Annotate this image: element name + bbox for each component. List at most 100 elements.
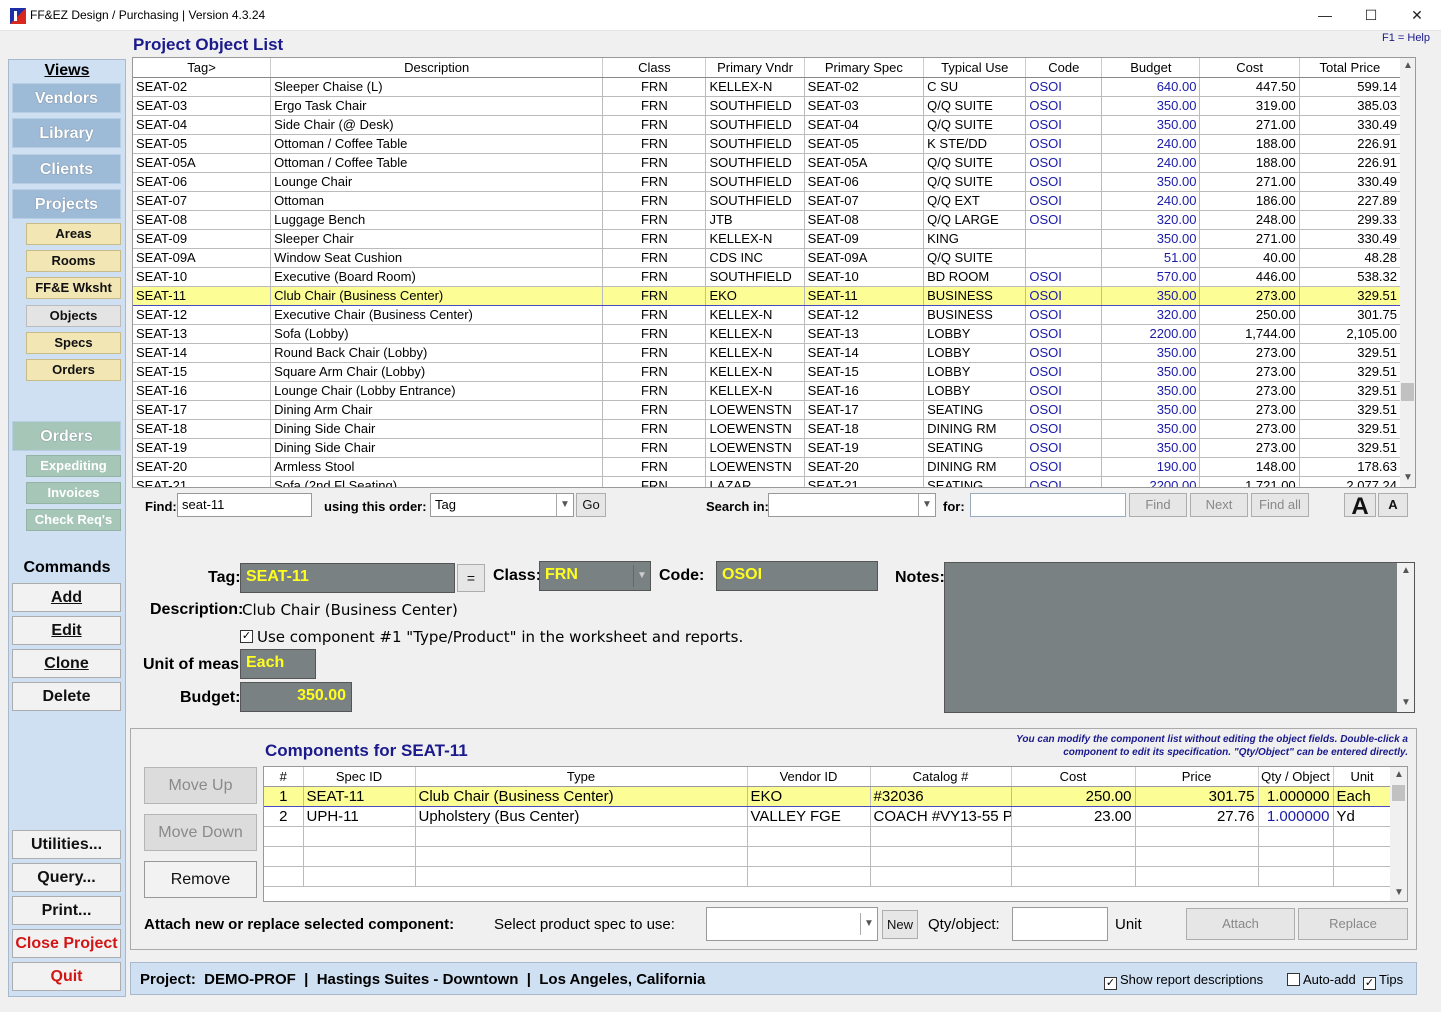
- table-row[interactable]: SEAT-17 Dining Arm Chair FRN LOEWENSTN SEAT-…: [133, 400, 1402, 420]
- tips-checkbox[interactable]: ✓: [1363, 977, 1376, 990]
- minimize-button[interactable]: —: [1302, 0, 1348, 31]
- column-header[interactable]: Vendor ID: [747, 767, 871, 787]
- utilities-button[interactable]: Utilities...: [12, 830, 121, 859]
- find-input[interactable]: seat-11: [177, 493, 312, 517]
- nav-rooms[interactable]: Rooms: [26, 250, 121, 272]
- auto-add-option[interactable]: Auto-add: [1287, 972, 1356, 987]
- scroll-down-icon[interactable]: ▼: [1394, 887, 1404, 898]
- scroll-down-icon[interactable]: ▼: [1401, 697, 1411, 708]
- table-row[interactable]: SEAT-04 Side Chair (@ Desk) FRN SOUTHFIELD S…: [133, 115, 1402, 135]
- column-header[interactable]: Unit: [1333, 767, 1392, 787]
- column-header[interactable]: Cost: [1011, 767, 1136, 787]
- table-row[interactable]: SEAT-14 Round Back Chair (Lobby) FRN KELLEX…: [133, 343, 1402, 363]
- table-row[interactable]: SEAT-16 Lounge Chair (Lobby Entrance) FRN K…: [133, 381, 1402, 401]
- scroll-down-icon[interactable]: ▼: [1403, 472, 1413, 483]
- nav-expediting[interactable]: Expediting: [26, 455, 121, 477]
- scroll-up-icon[interactable]: ▲: [1401, 565, 1411, 576]
- table-row[interactable]: SEAT-08 Luggage Bench FRN JTB SEAT-08 Q/Q LAR…: [133, 210, 1402, 230]
- column-header[interactable]: Qty / Object: [1258, 767, 1334, 787]
- clone-button[interactable]: Clone: [12, 649, 121, 678]
- qty-input[interactable]: [1012, 907, 1108, 941]
- table-row[interactable]: SEAT-12 Executive Chair (Business Center)…: [133, 305, 1402, 325]
- nav-invoices[interactable]: Invoices: [26, 482, 121, 504]
- column-header[interactable]: #: [264, 767, 304, 787]
- column-header[interactable]: Class: [602, 58, 707, 78]
- maximize-button[interactable]: ☐: [1348, 0, 1394, 31]
- column-header[interactable]: Type: [415, 767, 748, 787]
- find-button[interactable]: Find: [1129, 493, 1187, 517]
- for-input[interactable]: [970, 493, 1126, 517]
- next-button[interactable]: Next: [1190, 493, 1248, 517]
- table-row[interactable]: SEAT-03 Ergo Task Chair FRN SOUTHFIELD SEAT-…: [133, 96, 1402, 116]
- nav-orders-sub[interactable]: Orders: [26, 359, 121, 381]
- font-smaller-button[interactable]: A: [1378, 493, 1408, 517]
- delete-button[interactable]: Delete: [12, 682, 121, 711]
- table-row[interactable]: SEAT-11 Club Chair (Business Center) FRN EK…: [133, 285, 1402, 306]
- table-row[interactable]: 1 SEAT-11 Club Chair (Business Center) EKO #…: [264, 785, 1392, 807]
- chevron-down-icon[interactable]: ▼: [633, 565, 650, 587]
- table-row[interactable]: [264, 866, 1392, 887]
- spec-select[interactable]: ▼: [706, 907, 878, 941]
- column-header[interactable]: Description: [270, 58, 604, 78]
- chevron-down-icon[interactable]: ▼: [556, 494, 573, 516]
- quit-button[interactable]: Quit: [12, 962, 121, 991]
- code-field[interactable]: OSOI: [716, 561, 878, 591]
- nav-orders[interactable]: Orders: [12, 421, 121, 451]
- chevron-down-icon[interactable]: ▼: [860, 913, 877, 935]
- go-button[interactable]: Go: [576, 493, 606, 517]
- notes-scrollbar[interactable]: ▲ ▼: [1397, 563, 1414, 712]
- column-header[interactable]: Code: [1025, 58, 1103, 78]
- show-desc-checkbox[interactable]: ✓: [1104, 977, 1117, 990]
- nav-projects[interactable]: Projects: [12, 189, 121, 219]
- table-row[interactable]: SEAT-09 Sleeper Chair FRN KELLEX-N SEAT-09 KI…: [133, 229, 1402, 249]
- search-in-select[interactable]: ▼: [768, 493, 936, 517]
- table-row[interactable]: SEAT-15 Square Arm Chair (Lobby) FRN KELLEX…: [133, 362, 1402, 382]
- column-header[interactable]: Tag>: [133, 58, 272, 78]
- nav-clients[interactable]: Clients: [12, 154, 121, 184]
- column-header[interactable]: Price: [1135, 767, 1259, 787]
- column-header[interactable]: Budget: [1101, 58, 1201, 78]
- move-up-button[interactable]: Move Up: [144, 767, 257, 804]
- tag-field[interactable]: SEAT-11: [240, 563, 455, 593]
- attach-button[interactable]: Attach: [1186, 908, 1295, 940]
- chevron-down-icon[interactable]: ▼: [918, 494, 935, 516]
- equals-button[interactable]: =: [457, 564, 485, 592]
- scroll-thumb[interactable]: [1392, 785, 1405, 801]
- table-row[interactable]: SEAT-05 Ottoman / Coffee Table FRN SOUTHFIE…: [133, 134, 1402, 154]
- uom-field[interactable]: Each: [240, 649, 316, 679]
- close-window-button[interactable]: ✕: [1394, 0, 1440, 31]
- table-row[interactable]: SEAT-07 Ottoman FRN SOUTHFIELD SEAT-07 Q/Q EX…: [133, 191, 1402, 211]
- order-select[interactable]: Tag ▼: [430, 493, 574, 517]
- nav-objects[interactable]: Objects: [26, 305, 121, 327]
- scroll-up-icon[interactable]: ▲: [1394, 769, 1404, 780]
- table-row[interactable]: SEAT-05A Ottoman / Coffee Table FRN SOUTHFI…: [133, 153, 1402, 173]
- grid-scrollbar[interactable]: ▲ ▼: [1400, 58, 1415, 487]
- nav-areas[interactable]: Areas: [26, 223, 121, 245]
- table-row[interactable]: SEAT-06 Lounge Chair FRN SOUTHFIELD SEAT-06 Q…: [133, 172, 1402, 192]
- table-row[interactable]: SEAT-21 Sofa (2nd Fl Seating) FRN LAZAR SEAT…: [133, 476, 1402, 487]
- table-row[interactable]: [264, 826, 1392, 847]
- close-project-button[interactable]: Close Project: [12, 929, 121, 958]
- print-button[interactable]: Print...: [12, 896, 121, 925]
- font-larger-button[interactable]: A: [1344, 493, 1376, 520]
- replace-button[interactable]: Replace: [1298, 908, 1408, 940]
- nav-specs[interactable]: Specs: [26, 332, 121, 354]
- add-button[interactable]: Add: [12, 583, 121, 612]
- help-link[interactable]: F1 = Help: [1382, 32, 1430, 44]
- column-header[interactable]: Catalog #: [870, 767, 1012, 787]
- budget-field[interactable]: 350.00: [240, 682, 352, 712]
- column-header[interactable]: Primary Spec: [804, 58, 925, 78]
- table-row[interactable]: SEAT-13 Sofa (Lobby) FRN KELLEX-N SEAT-13 LOB…: [133, 324, 1402, 344]
- nav-ffe-wksht[interactable]: FF&E Wksht: [26, 277, 121, 299]
- scroll-up-icon[interactable]: ▲: [1403, 60, 1413, 71]
- new-spec-button[interactable]: New: [882, 910, 918, 939]
- show-desc-option[interactable]: ✓ Show report descriptions: [1104, 972, 1263, 990]
- move-down-button[interactable]: Move Down: [144, 814, 257, 851]
- remove-button[interactable]: Remove: [144, 861, 257, 898]
- table-row[interactable]: 2 UPH-11 Upholstery (Bus Center) VALLEY FGE…: [264, 806, 1392, 827]
- class-select[interactable]: FRN ▼: [539, 561, 651, 591]
- table-row[interactable]: SEAT-18 Dining Side Chair FRN LOEWENSTN SEAT…: [133, 419, 1402, 439]
- table-row[interactable]: SEAT-10 Executive (Board Room) FRN SOUTHFIE…: [133, 267, 1402, 287]
- column-header[interactable]: Cost: [1199, 58, 1300, 78]
- table-row[interactable]: [264, 846, 1392, 867]
